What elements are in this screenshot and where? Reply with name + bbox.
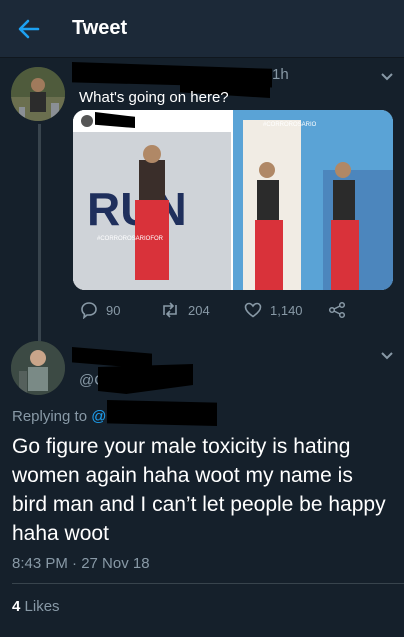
tweet-text: What's going on here? (79, 89, 229, 106)
share-icon (328, 301, 346, 319)
tweet-media[interactable]: RUN #CORROROSARIOFOR #CORROROSARIO (73, 110, 393, 290)
chevron-down-icon[interactable] (380, 72, 394, 82)
replying-to: Replying to @ (12, 408, 106, 425)
handle-redaction (98, 364, 193, 394)
share-action[interactable] (328, 301, 346, 319)
likes-label: Likes (24, 598, 60, 615)
reply-count: 90 (106, 302, 121, 318)
retweet-icon (163, 302, 177, 318)
replying-handle-redaction (107, 400, 217, 426)
heart-icon (244, 302, 262, 318)
reply-action[interactable]: 90 (80, 301, 120, 319)
chevron-down-icon[interactable] (380, 351, 394, 361)
avatar[interactable] (11, 67, 65, 121)
avatar-photo (11, 341, 65, 395)
reply-icon (81, 302, 97, 319)
replying-label: Replying to (12, 408, 88, 425)
tweet-time: 1h (272, 66, 289, 83)
tweet-timestamp: 8:43 PM · 27 Nov 18 (12, 555, 150, 572)
avatar[interactable] (11, 341, 65, 395)
media-image-left[interactable]: RUN #CORROROSARIOFOR (73, 110, 231, 290)
retweet-count: 204 (188, 302, 210, 318)
likes-count[interactable]: 4 Likes (12, 598, 60, 615)
media-image-right[interactable]: #CORROROSARIO (233, 110, 393, 290)
like-action[interactable]: 1,140 (244, 301, 303, 319)
right-image-caption: #CORROROSARIO (263, 122, 317, 128)
back-button[interactable] (16, 16, 42, 42)
replying-handle[interactable]: @ (91, 408, 106, 425)
page-title: Tweet (72, 17, 128, 39)
likes-number: 4 (12, 598, 21, 615)
like-count: 1,140 (270, 302, 303, 318)
avatar-photo (11, 67, 65, 121)
back-arrow-icon (18, 19, 40, 39)
left-image-caption: #CORROROSARIOFOR (97, 236, 164, 242)
divider (12, 583, 404, 584)
tweet-text: Go figure your male toxicity is hating w… (12, 435, 386, 545)
tweet-actions: 90 204 1,140 (0, 301, 404, 321)
retweet-action[interactable]: 204 (160, 301, 210, 319)
top-bar: Tweet (0, 0, 404, 58)
